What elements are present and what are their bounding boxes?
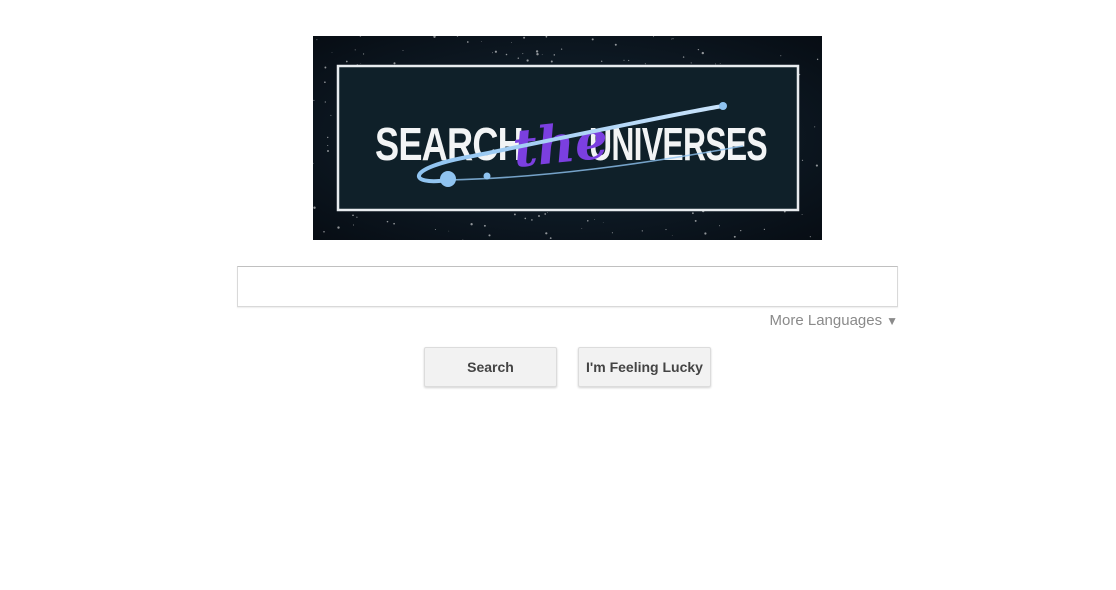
- more-languages-label: More Languages: [769, 312, 883, 329]
- search-input[interactable]: [238, 267, 897, 306]
- feeling-lucky-button[interactable]: I'm Feeling Lucky: [578, 347, 711, 387]
- search-the-universes-logo: SEARCH UNIVERSES the: [313, 36, 822, 240]
- search-button[interactable]: Search: [424, 347, 557, 387]
- page: SEARCH UNIVERSES the More Languages ▼ Sea…: [0, 0, 1116, 590]
- more-languages-dropdown[interactable]: More Languages ▼: [770, 312, 898, 329]
- triangle-down-icon: ▼: [886, 314, 898, 328]
- search-box: [237, 266, 898, 307]
